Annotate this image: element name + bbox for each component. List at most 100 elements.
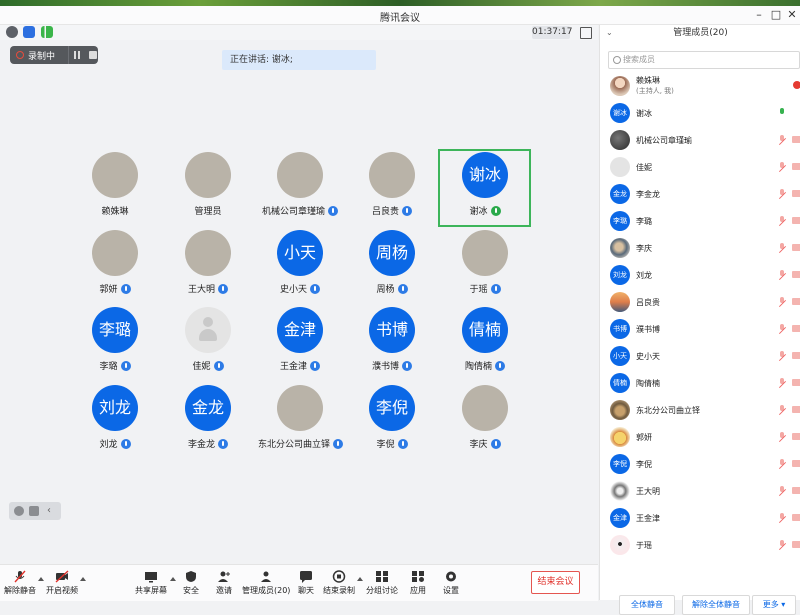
shield-icon[interactable]	[23, 26, 35, 38]
member-row[interactable]: 佳妮	[600, 154, 800, 180]
unmute-button[interactable]: 解除静音	[4, 570, 36, 596]
participant-tile[interactable]: 周杨 周杨	[350, 230, 434, 302]
camera-off-icon[interactable]	[792, 136, 800, 143]
member-row[interactable]: 郭妍	[600, 424, 800, 450]
participant-tile[interactable]: 佳妮	[166, 307, 250, 379]
participant-tile[interactable]: 吕良贵	[350, 152, 434, 224]
camera-off-icon[interactable]	[792, 541, 800, 548]
participant-tile[interactable]: 金津 王金津	[258, 307, 342, 379]
mic-muted-icon[interactable]	[778, 324, 786, 333]
invite-button[interactable]: 邀请	[213, 570, 235, 596]
audio-options-caret-icon[interactable]	[38, 577, 44, 581]
camera-off-icon[interactable]	[792, 406, 800, 413]
chat-button[interactable]: 聊天	[295, 570, 317, 596]
camera-off-icon[interactable]	[792, 298, 800, 305]
participant-tile[interactable]: 于瑶	[443, 230, 527, 302]
member-row[interactable]: 王大明	[600, 478, 800, 504]
mic-muted-icon[interactable]	[778, 432, 786, 441]
camera-off-icon[interactable]	[792, 514, 800, 521]
start-video-button[interactable]: 开启视频	[46, 570, 78, 596]
stop-icon[interactable]	[89, 51, 97, 59]
member-row[interactable]: 小天 史小天	[600, 343, 800, 369]
participant-tile[interactable]: 王大明	[166, 230, 250, 302]
share-screen-button[interactable]: 共享屏幕	[134, 570, 168, 596]
participant-tile[interactable]: 书博 濮书博	[350, 307, 434, 379]
end-recording-button[interactable]: 结束录制	[323, 570, 355, 596]
emoji-icon[interactable]	[14, 506, 24, 516]
member-row[interactable]: 吕良贵	[600, 289, 800, 315]
member-row[interactable]: 李庆	[600, 235, 800, 261]
camera-off-icon[interactable]	[792, 487, 800, 494]
manage-members-button[interactable]: 管理成员(20)	[242, 570, 290, 596]
camera-off-icon[interactable]	[792, 352, 800, 359]
participant-tile[interactable]: 李庆	[443, 385, 527, 457]
mic-muted-icon[interactable]	[778, 459, 786, 468]
mic-muted-icon[interactable]	[778, 189, 786, 198]
share-options-caret-icon[interactable]	[170, 577, 176, 581]
close-icon[interactable]: ✕	[785, 8, 799, 22]
member-search-input[interactable]: 搜索成员	[608, 51, 800, 69]
end-meeting-button[interactable]: 结束会议	[531, 571, 580, 594]
participant-tile[interactable]: 机械公司章瑾瑜	[258, 152, 342, 224]
mic-muted-icon[interactable]	[778, 135, 786, 144]
minimize-icon[interactable]: –	[752, 8, 766, 22]
camera-off-icon[interactable]	[792, 433, 800, 440]
collapse-icon[interactable]: ‹	[47, 506, 57, 516]
mic-muted-icon[interactable]	[778, 216, 786, 225]
participant-tile[interactable]: 赖姝琳	[73, 152, 157, 224]
camera-off-icon[interactable]	[792, 163, 800, 170]
apps-button[interactable]: 应用	[407, 570, 429, 596]
member-row[interactable]: 赖姝琳 (主持人, 我)	[600, 73, 800, 99]
participant-tile[interactable]: 李倪 李倪	[350, 385, 434, 457]
mic-muted-icon[interactable]	[778, 540, 786, 549]
camera-off-icon[interactable]	[792, 379, 800, 386]
security-button[interactable]: 安全	[180, 570, 202, 596]
participant-tile[interactable]: 金龙 李金龙	[166, 385, 250, 457]
info-icon[interactable]	[6, 26, 18, 38]
breakout-button[interactable]: 分组讨论	[366, 570, 398, 596]
pause-icon[interactable]	[73, 51, 81, 59]
member-row[interactable]: 于瑶	[600, 532, 800, 558]
mic-muted-icon[interactable]	[778, 513, 786, 522]
maximize-icon[interactable]: □	[769, 8, 783, 22]
mic-muted-icon[interactable]	[778, 351, 786, 360]
mic-muted-icon[interactable]	[778, 297, 786, 306]
more-button[interactable]: 更多 ▾	[752, 595, 796, 615]
camera-off-icon[interactable]	[792, 190, 800, 197]
member-row[interactable]: 书博 濮书博	[600, 316, 800, 342]
member-row[interactable]: 金龙 李金龙	[600, 181, 800, 207]
member-row[interactable]: 机械公司章瑾瑜	[600, 127, 800, 153]
camera-off-icon[interactable]	[792, 217, 800, 224]
unmute-all-button[interactable]: 解除全体静音	[682, 595, 750, 615]
member-row[interactable]: 谢冰 谢冰	[600, 100, 800, 126]
participant-tile[interactable]: 管理员	[166, 152, 250, 224]
fullscreen-icon[interactable]	[580, 27, 592, 39]
settings-button[interactable]: 设置	[440, 570, 462, 596]
member-row[interactable]: 李璐 李璐	[600, 208, 800, 234]
participant-tile[interactable]: 刘龙 刘龙	[73, 385, 157, 457]
member-row[interactable]: 李倪 李倪	[600, 451, 800, 477]
camera-off-icon[interactable]	[792, 244, 800, 251]
camera-off-icon[interactable]	[792, 460, 800, 467]
signal-icon[interactable]	[41, 26, 53, 38]
camera-off-icon[interactable]	[792, 325, 800, 332]
mic-active-icon[interactable]	[778, 108, 786, 117]
mic-muted-icon[interactable]	[778, 486, 786, 495]
record-options-caret-icon[interactable]	[357, 577, 363, 581]
member-row[interactable]: 东北分公司曲立铎	[600, 397, 800, 423]
mic-muted-icon[interactable]	[778, 378, 786, 387]
camera-off-icon[interactable]	[792, 271, 800, 278]
chat-bubble-icon[interactable]	[29, 506, 39, 516]
mute-all-button[interactable]: 全体静音	[619, 595, 675, 615]
member-row[interactable]: 倩楠 陶倩楠	[600, 370, 800, 396]
member-row[interactable]: 金津 王金津	[600, 505, 800, 531]
participant-tile[interactable]: 小天 史小天	[258, 230, 342, 302]
video-options-caret-icon[interactable]	[80, 577, 86, 581]
participant-tile[interactable]: 倩楠 陶倩楠	[443, 307, 527, 379]
participant-tile[interactable]: 郭妍	[73, 230, 157, 302]
mic-muted-icon[interactable]	[778, 405, 786, 414]
mic-muted-icon[interactable]	[778, 270, 786, 279]
mic-muted-icon[interactable]	[778, 243, 786, 252]
member-row[interactable]: 刘龙 刘龙	[600, 262, 800, 288]
participant-tile[interactable]: 李璐 李璐	[73, 307, 157, 379]
